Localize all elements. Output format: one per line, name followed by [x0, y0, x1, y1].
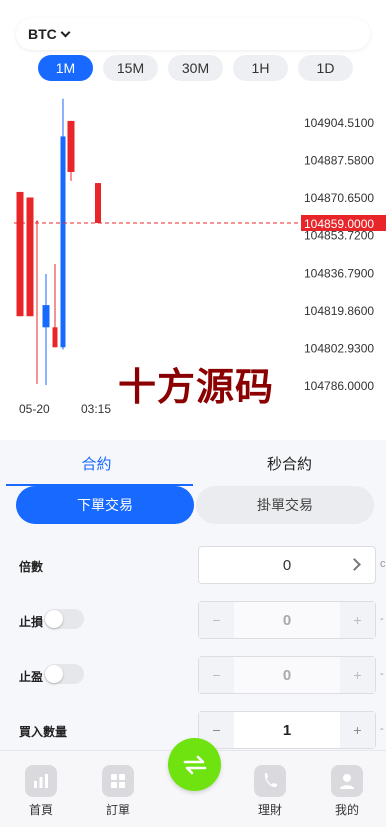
- take-profit-row: 止盈 − 0 + -: [0, 656, 386, 694]
- chevron-right-icon: [348, 558, 361, 571]
- edge-mark: -: [380, 668, 384, 680]
- quantity-stepper[interactable]: − 1 +: [198, 711, 376, 749]
- quantity-increase[interactable]: +: [340, 712, 375, 748]
- grid-icon: [102, 765, 134, 797]
- stop-loss-row: 止損 − 0 + -: [0, 601, 386, 639]
- stop-loss-increase[interactable]: +: [340, 602, 375, 638]
- edge-mark: -: [380, 723, 384, 735]
- nav-finance-label: 理財: [257, 803, 282, 817]
- trade-swap-button[interactable]: [168, 738, 221, 791]
- take-profit-toggle[interactable]: [44, 664, 84, 684]
- user-icon: [331, 765, 363, 797]
- take-profit-decrease[interactable]: −: [199, 657, 234, 693]
- timeframe-30m[interactable]: 30M: [168, 55, 223, 81]
- limit-order-button[interactable]: 掛單交易: [196, 486, 374, 524]
- stop-loss-decrease[interactable]: −: [199, 602, 234, 638]
- timeframe-1d[interactable]: 1D: [298, 55, 353, 81]
- take-profit-increase[interactable]: +: [340, 657, 375, 693]
- candle-body: [95, 183, 101, 223]
- tab-contract[interactable]: 合約: [0, 440, 193, 486]
- market-order-button[interactable]: 下單交易: [16, 486, 194, 524]
- y-tick-label: 104786.0000: [304, 379, 374, 393]
- contract-tabs: 合約 秒合約: [0, 440, 386, 486]
- take-profit-value[interactable]: 0: [234, 657, 340, 693]
- stop-loss-value[interactable]: 0: [234, 602, 340, 638]
- candle-body: [52, 327, 58, 348]
- x-tick-label: 03:15: [81, 402, 111, 416]
- timeframe-1h[interactable]: 1H: [233, 55, 288, 81]
- edge-mark: -: [380, 613, 384, 625]
- candle-body: [36, 220, 38, 222]
- nav-orders-label: 訂單: [105, 803, 130, 817]
- symbol-selector[interactable]: BTC: [16, 18, 370, 50]
- leverage-row: 倍數 0 c: [0, 546, 386, 584]
- quantity-label: 買入數量: [19, 725, 68, 739]
- bar-chart-icon: [25, 765, 57, 797]
- x-tick-label: 05-20: [19, 402, 50, 416]
- candle-body: [26, 197, 34, 317]
- tab-second-contract[interactable]: 秒合約: [193, 440, 386, 486]
- y-tick-label: 104870.6500: [304, 191, 374, 205]
- leverage-value: 0: [282, 556, 292, 574]
- nav-home[interactable]: 首頁: [11, 765, 71, 818]
- nav-finance[interactable]: 理財: [240, 765, 300, 818]
- nav-home-label: 首頁: [28, 803, 53, 817]
- stop-loss-label: 止損: [19, 615, 44, 629]
- edge-mark: c: [380, 558, 386, 570]
- timeframe-tabs: 1M 15M 30M 1H 1D: [38, 55, 353, 81]
- candle-body: [16, 191, 24, 317]
- take-profit-label: 止盈: [19, 670, 44, 684]
- watermark: 十方源码: [118, 365, 275, 409]
- stop-loss-toggle[interactable]: [44, 609, 84, 629]
- y-tick-label: 104819.8600: [304, 304, 374, 318]
- order-type-switch: 下單交易 掛單交易: [16, 486, 374, 524]
- nav-mine[interactable]: 我的: [317, 765, 377, 818]
- y-tick-label: 104887.5800: [304, 154, 374, 168]
- take-profit-stepper[interactable]: − 0 +: [198, 656, 376, 694]
- nav-mine-label: 我的: [334, 803, 359, 817]
- candle-body: [42, 305, 50, 328]
- current-price-label: 104859.0000: [304, 217, 374, 231]
- y-tick-label: 104904.5100: [304, 116, 374, 130]
- candle-body: [60, 136, 66, 348]
- symbol-label: BTC: [28, 26, 57, 42]
- phone-icon: [254, 765, 286, 797]
- nav-orders[interactable]: 訂單: [88, 765, 148, 818]
- candle-body: [67, 120, 75, 172]
- timeframe-15m[interactable]: 15M: [103, 55, 158, 81]
- swap-icon: [183, 755, 206, 774]
- timeframe-1m[interactable]: 1M: [38, 55, 93, 81]
- leverage-label: 倍數: [19, 560, 44, 574]
- chevron-down-icon: [60, 27, 71, 37]
- quantity-value[interactable]: 1: [234, 712, 340, 748]
- y-tick-label: 104802.9300: [304, 341, 374, 355]
- toggle-knob: [45, 665, 63, 683]
- stop-loss-stepper[interactable]: − 0 +: [198, 601, 376, 639]
- y-tick-label: 104836.7900: [304, 266, 374, 280]
- toggle-knob: [45, 610, 63, 628]
- leverage-selector[interactable]: 0: [198, 546, 376, 584]
